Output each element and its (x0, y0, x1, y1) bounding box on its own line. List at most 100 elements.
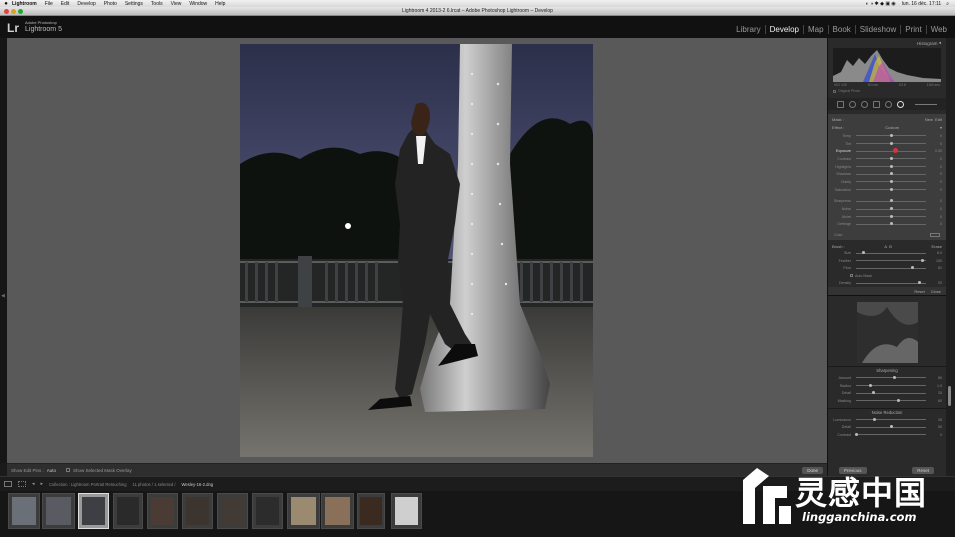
slider-value[interactable]: 81 (928, 266, 942, 270)
slider-knob[interactable] (896, 398, 900, 402)
menu-window[interactable]: Window (189, 1, 207, 7)
slider-value[interactable]: 0 (928, 142, 942, 146)
slider-knob[interactable] (872, 391, 875, 395)
effect-slider-moir-[interactable]: Moiré 0 (832, 213, 942, 221)
effect-slider-highlights[interactable]: Highlights 0 (832, 163, 942, 171)
effect-slider-noise[interactable]: Noise 0 (832, 205, 942, 213)
effect-slider-temp[interactable]: Temp 0 (832, 132, 942, 140)
slider-track[interactable] (856, 383, 926, 387)
slider-value[interactable]: 0 (928, 165, 942, 169)
brush-b-button[interactable]: B (889, 244, 892, 249)
slider-knob[interactable] (921, 258, 924, 262)
density-track[interactable] (856, 281, 926, 285)
slider-knob[interactable] (889, 156, 893, 160)
filmstrip-thumb[interactable] (287, 493, 320, 529)
slider-track[interactable] (856, 425, 926, 429)
grid-view-icon[interactable] (18, 481, 26, 487)
slider-value[interactable]: 0 (928, 188, 942, 192)
brush-slider-flow[interactable]: Flow 81 (832, 265, 942, 273)
menu-photo[interactable]: Photo (104, 1, 117, 7)
slider-value[interactable]: 6.0 (928, 251, 942, 255)
slider-value[interactable]: 50 (928, 425, 942, 429)
menubar-clock[interactable]: lun. 16 déc. 17:11 (902, 1, 941, 7)
spotlight-icon[interactable]: ⌕ (946, 1, 949, 7)
slider-knob[interactable] (889, 214, 893, 218)
slider-value[interactable]: 100 (928, 259, 942, 263)
filmstrip-thumb[interactable] (321, 493, 354, 529)
spot-removal-icon[interactable] (849, 100, 856, 108)
expand-left-panel-icon[interactable]: ◀ (1, 293, 5, 299)
filmstrip-thumb[interactable] (391, 493, 422, 529)
slider-track[interactable] (856, 172, 926, 176)
slider-knob[interactable] (893, 375, 896, 379)
tool-slider[interactable] (915, 103, 937, 105)
effect-preset-select[interactable]: Custom (885, 125, 899, 130)
slider-value[interactable]: 0.30 (928, 149, 942, 153)
red-eye-icon[interactable] (861, 100, 868, 108)
slider-value[interactable]: 0 (928, 199, 942, 203)
menu-help[interactable]: Help (215, 1, 225, 7)
filmstrip-thumb[interactable] (217, 493, 248, 529)
filmstrip-source[interactable]: Collection : Lightroom Portrait Retouchi… (49, 482, 127, 487)
slider-knob[interactable] (889, 199, 893, 203)
slider-track[interactable] (856, 141, 926, 145)
noise-slider-contrast[interactable]: Contrast 0 (832, 431, 942, 439)
scrollbar-thumb[interactable] (948, 386, 951, 406)
effect-slider-contrast[interactable]: Contrast 0 (832, 155, 942, 163)
slider-knob[interactable] (889, 172, 893, 176)
slider-knob[interactable] (889, 133, 893, 137)
density-knob[interactable] (917, 281, 921, 285)
slider-value[interactable]: 0 (928, 433, 942, 437)
slider-knob[interactable] (872, 417, 876, 421)
slider-value[interactable]: 0 (928, 222, 942, 226)
forward-arrow-icon[interactable]: ▸ (41, 481, 44, 487)
module-slideshow[interactable]: Slideshow (856, 25, 902, 34)
brush-reset-button[interactable]: Reset (914, 289, 924, 294)
sharpening-slider-amount[interactable]: Amount 80 (832, 374, 942, 382)
zoom-window-icon[interactable] (18, 9, 23, 14)
effect-slider-saturation[interactable]: Saturation 0 (832, 186, 942, 194)
mask-overlay-checkbox[interactable] (66, 468, 71, 472)
right-panel-scrollbar[interactable] (946, 38, 955, 476)
sharpening-slider-masking[interactable]: Masking 60 (832, 397, 942, 405)
mask-edit-button[interactable]: Edit (935, 117, 942, 122)
slider-track[interactable] (856, 187, 926, 191)
module-web[interactable]: Web (927, 25, 951, 34)
slider-track[interactable] (856, 148, 926, 154)
menu-file[interactable]: File (45, 1, 53, 7)
adjustment-brush-icon[interactable] (897, 100, 904, 108)
density-value[interactable]: 93 (928, 281, 942, 285)
auto-mask-checkbox[interactable] (850, 274, 853, 278)
histogram-title[interactable]: Histogram ◂ (828, 38, 946, 48)
menu-lightroom[interactable]: Lightroom (12, 1, 37, 7)
crop-tool-icon[interactable] (837, 100, 844, 108)
show-edit-pins-select[interactable]: Auto (47, 468, 56, 473)
histogram[interactable] (833, 48, 941, 82)
slider-track[interactable] (854, 432, 926, 436)
original-photo-checkbox[interactable] (833, 89, 836, 93)
slider-track[interactable] (856, 398, 926, 402)
brush-close-button[interactable]: Close (931, 289, 941, 294)
slider-track[interactable] (856, 266, 926, 270)
slider-value[interactable]: 0 (928, 180, 942, 184)
slider-track[interactable] (856, 179, 926, 183)
slider-value[interactable]: 0 (928, 172, 942, 176)
brush-slider-size[interactable]: Size 6.0 (832, 249, 942, 257)
slider-value[interactable]: 80 (928, 376, 942, 380)
secondary-display-icon[interactable] (4, 481, 12, 487)
original-photo-row[interactable]: Original Photo (828, 88, 946, 94)
effect-slider-clarity[interactable]: Clarity 0 (832, 178, 942, 186)
menu-develop[interactable]: Develop (77, 1, 95, 7)
slider-value[interactable]: 0 (928, 134, 942, 138)
filmstrip-thumb[interactable] (113, 493, 143, 529)
slider-value[interactable]: 1.0 (928, 384, 942, 388)
back-arrow-icon[interactable]: ◂ (32, 481, 35, 487)
slider-knob[interactable] (889, 425, 893, 429)
left-panel-collapsed[interactable]: ◀ (0, 38, 7, 463)
slider-track[interactable] (856, 391, 926, 395)
effect-slider-defringe[interactable]: Defringe 0 (832, 221, 942, 229)
slider-knob[interactable] (889, 207, 893, 211)
menu-edit[interactable]: Edit (61, 1, 70, 7)
slider-track[interactable] (856, 375, 926, 379)
slider-value[interactable]: 25 (928, 391, 942, 395)
